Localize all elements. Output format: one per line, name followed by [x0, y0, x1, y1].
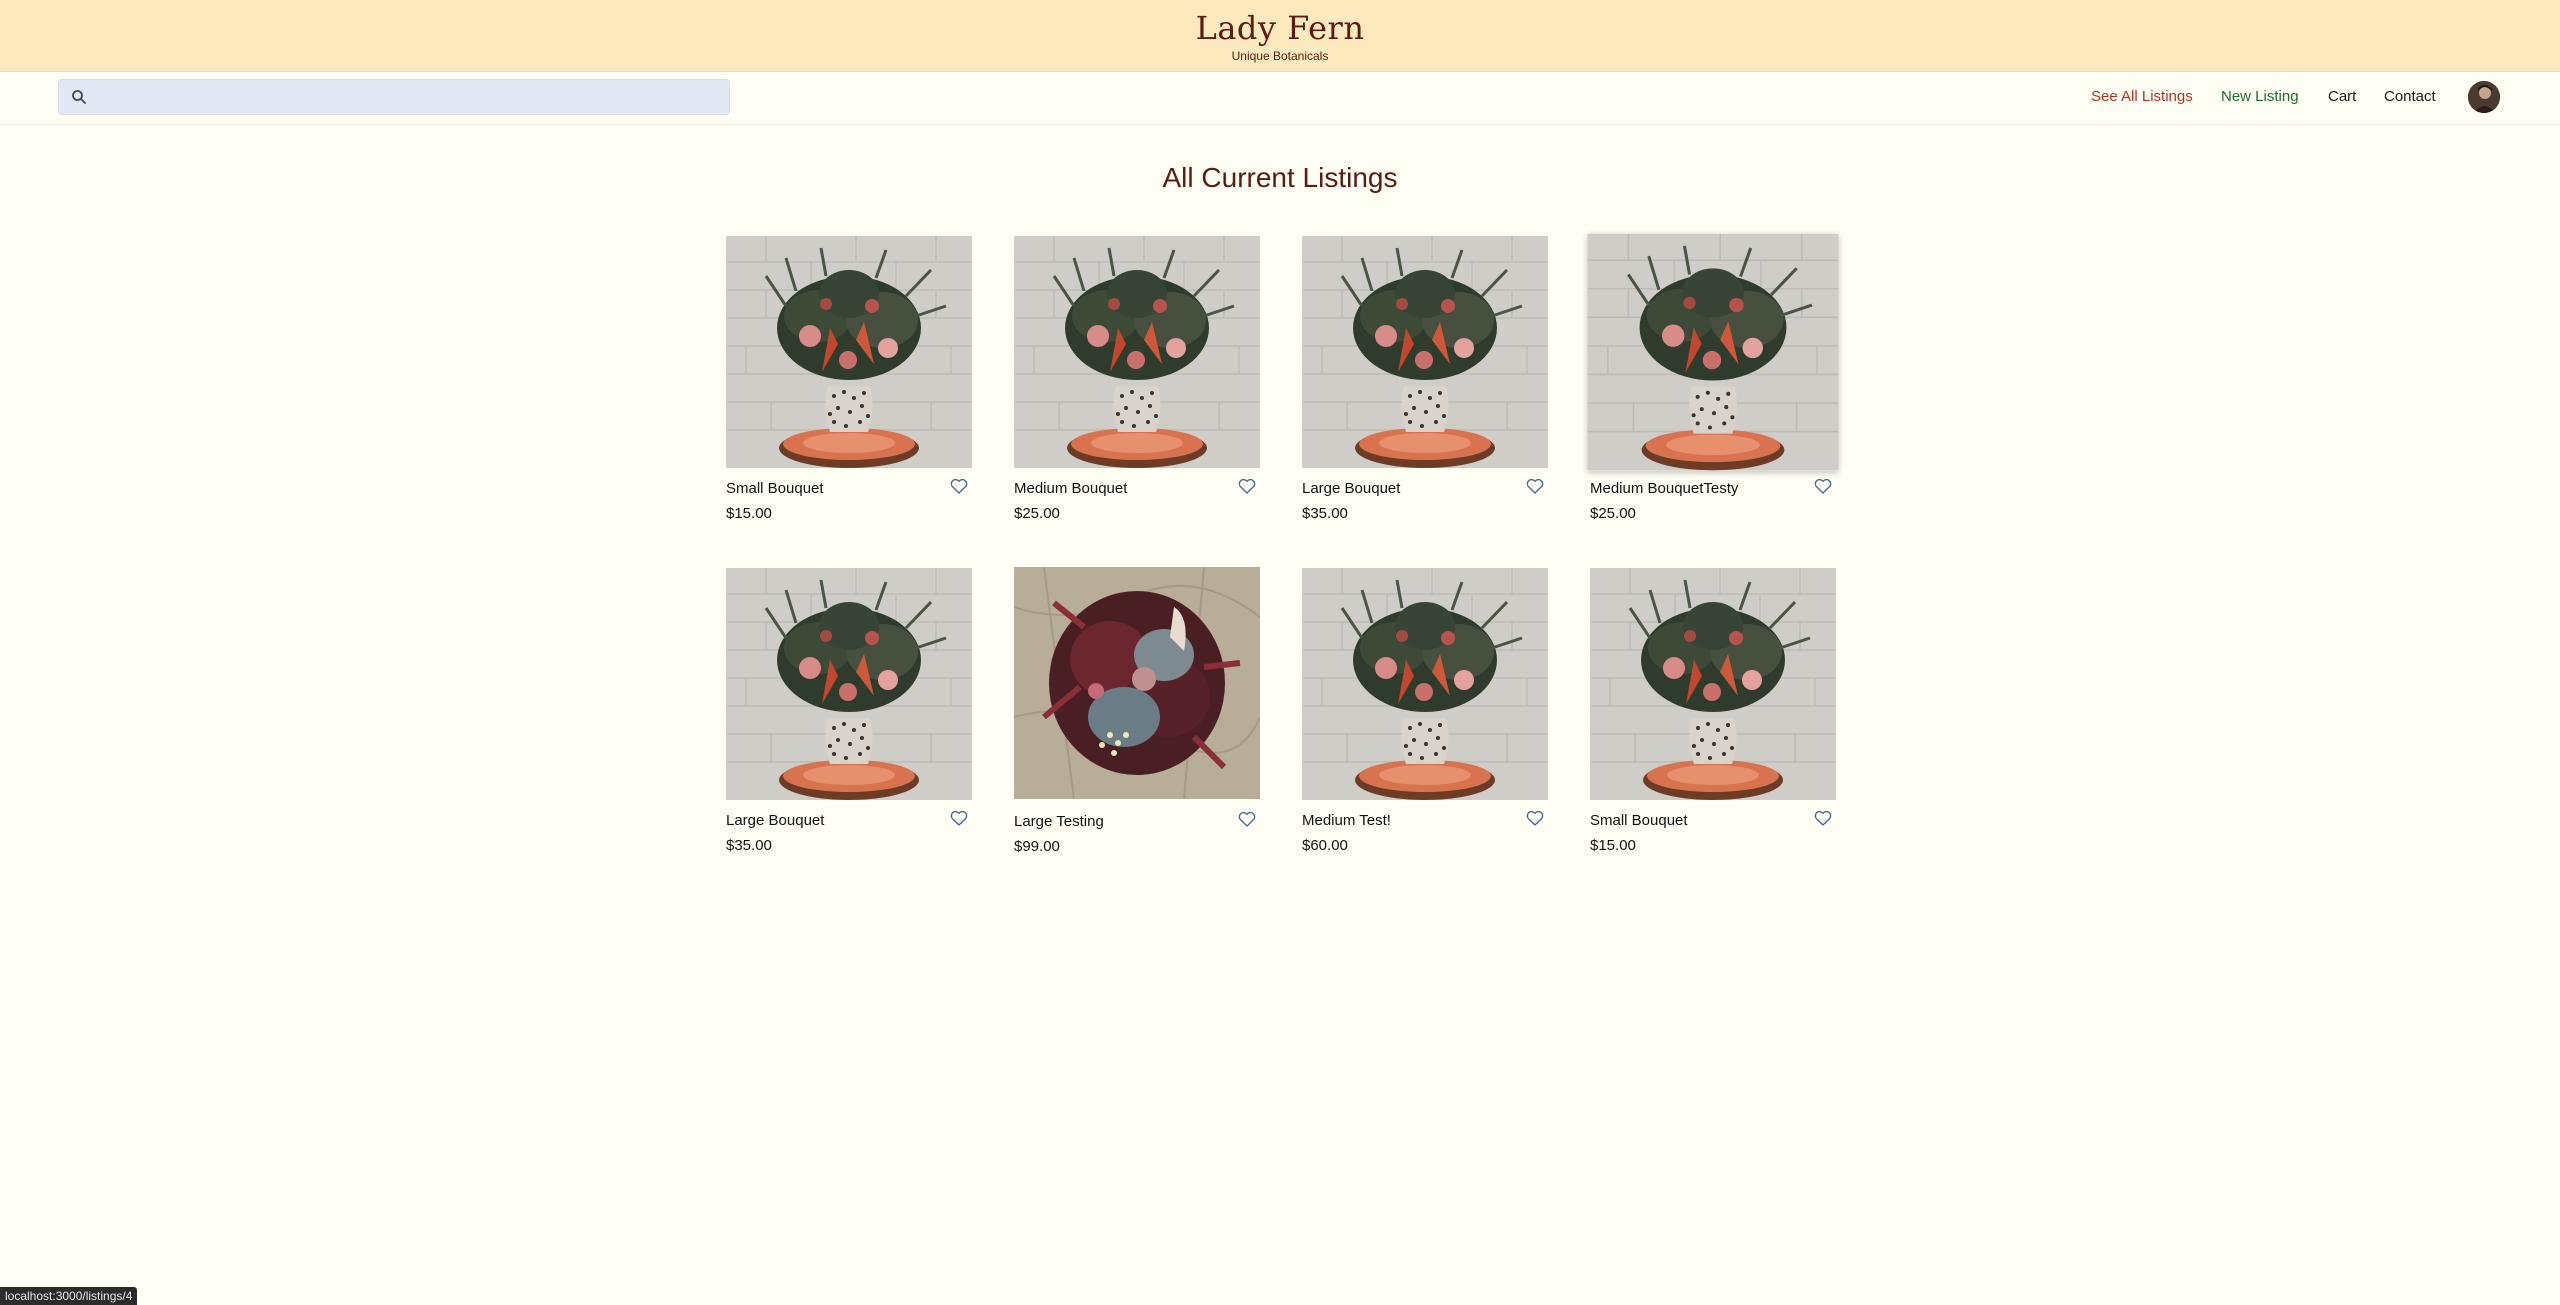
listing-image[interactable]: [1588, 234, 1839, 471]
listing-image[interactable]: [726, 236, 972, 468]
listing-card[interactable]: Large Testing $99.00: [1014, 567, 1260, 855]
listing-card[interactable]: Medium Bouquet $25.00: [1014, 236, 1260, 522]
listing-price: $15.00: [726, 505, 772, 522]
nav-new-listing[interactable]: New Listing: [2221, 88, 2299, 105]
heart-icon[interactable]: [1814, 810, 1832, 826]
brand-subtitle: Unique Botanicals: [1231, 49, 1329, 63]
listing-price: $35.00: [1302, 505, 1348, 522]
heart-icon[interactable]: [950, 810, 968, 826]
listing-card[interactable]: Small Bouquet $15.00: [726, 236, 972, 522]
listing-name[interactable]: Large Testing: [1014, 813, 1104, 830]
main-nav: See All Listings New Listing Cart Contac…: [0, 72, 2560, 125]
listing-image[interactable]: [1590, 568, 1836, 800]
listing-name[interactable]: Large Bouquet: [1302, 480, 1400, 497]
listing-name[interactable]: Medium BouquetTesty: [1590, 480, 1738, 497]
listing-name[interactable]: Medium Bouquet: [1014, 480, 1127, 497]
listing-image[interactable]: [1014, 236, 1260, 468]
listing-image[interactable]: [726, 568, 972, 800]
page-title: All Current Listings: [1162, 162, 1398, 193]
listing-card[interactable]: Medium Test! $60.00: [1302, 568, 1548, 854]
listing-name[interactable]: Small Bouquet: [726, 480, 824, 497]
listing-name[interactable]: Medium Test!: [1302, 812, 1391, 829]
brand-title[interactable]: Lady Fern: [0, 9, 2560, 47]
listing-price: $15.00: [1590, 837, 1636, 854]
listing-image[interactable]: [1302, 568, 1548, 800]
listing-card[interactable]: Large Bouquet $35.00: [1302, 236, 1548, 522]
nav-cart[interactable]: Cart: [2328, 88, 2356, 105]
heart-icon[interactable]: [1238, 811, 1256, 827]
heart-icon[interactable]: [1238, 478, 1256, 494]
listing-card-hovered[interactable]: Medium BouquetTesty $25.00: [1588, 234, 1839, 522]
heart-icon[interactable]: [1526, 810, 1544, 826]
search-input[interactable]: [93, 80, 717, 116]
listing-price: $35.00: [726, 837, 772, 854]
listing-price: $99.00: [1014, 838, 1060, 855]
heart-icon[interactable]: [1814, 478, 1832, 494]
nav-contact[interactable]: Contact: [2384, 88, 2436, 105]
listing-price: $60.00: [1302, 837, 1348, 854]
search-box[interactable]: [58, 79, 730, 116]
search-icon: [72, 90, 86, 104]
listing-image[interactable]: [1302, 236, 1548, 468]
listing-name[interactable]: Large Bouquet: [726, 812, 824, 829]
listing-price: $25.00: [1590, 505, 1636, 522]
heart-icon[interactable]: [1526, 478, 1544, 494]
heart-icon[interactable]: [950, 478, 968, 494]
listing-image[interactable]: [1014, 567, 1260, 799]
user-avatar[interactable]: [2468, 81, 2500, 113]
brand-header: Lady Fern Unique Botanicals: [0, 0, 2560, 72]
listing-card[interactable]: Large Bouquet $35.00: [726, 568, 972, 854]
listing-name[interactable]: Small Bouquet: [1590, 812, 1688, 829]
nav-see-all-listings[interactable]: See All Listings: [2091, 88, 2193, 105]
avatar-icon: [2468, 81, 2500, 113]
listing-card[interactable]: Small Bouquet $15.00: [1590, 568, 1836, 854]
listing-price: $25.00: [1014, 505, 1060, 522]
status-bar-url: localhost:3000/listings/4: [0, 1287, 138, 1305]
